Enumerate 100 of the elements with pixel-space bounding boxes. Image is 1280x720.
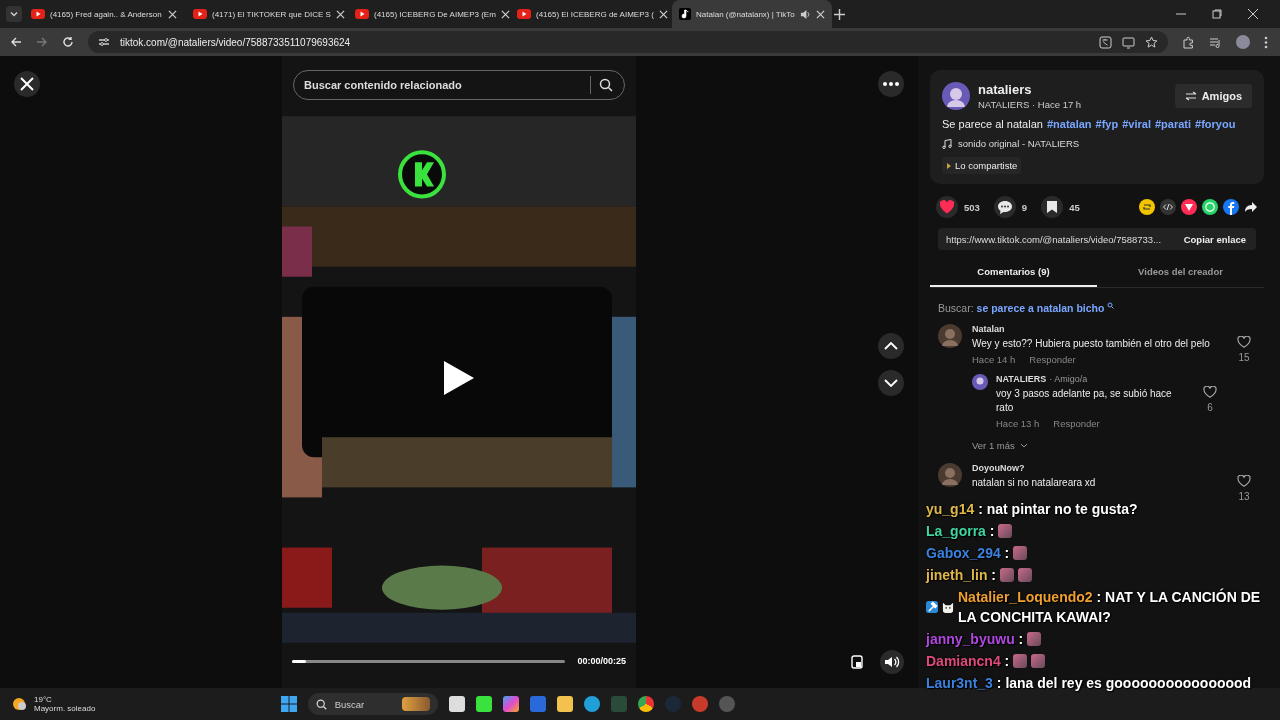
browser-tab[interactable]: (4165) El ICEBERG de AIMEP3 ( — [510, 0, 670, 28]
close-button[interactable] — [14, 71, 40, 97]
forward-icon[interactable] — [36, 36, 48, 48]
next-button[interactable] — [878, 370, 904, 396]
browser-icon[interactable] — [583, 696, 600, 712]
back-icon[interactable] — [10, 36, 22, 48]
post-caption: Se parece al natalan — [942, 118, 1043, 130]
social-icon[interactable] — [1223, 199, 1239, 215]
chevron-up-icon[interactable] — [884, 342, 898, 350]
bookmark-icon[interactable] — [1046, 200, 1059, 214]
send-icon[interactable] — [1181, 199, 1197, 215]
emote-icon — [998, 524, 1013, 538]
hashtag-link[interactable]: #viral — [1122, 118, 1151, 130]
bookmark-button[interactable] — [1041, 196, 1064, 218]
star-icon[interactable] — [1145, 35, 1158, 49]
chat-message: yu_g14 : nat pintar no te gusta? — [926, 500, 1138, 519]
hashtag-link[interactable]: #foryou — [1195, 118, 1236, 130]
browser-tab[interactable]: (4165) Fred again.. & Anderson — [24, 0, 184, 28]
restore-icon[interactable] — [1212, 9, 1222, 19]
repost-icon[interactable] — [1139, 199, 1155, 215]
heart-icon[interactable] — [1237, 475, 1251, 487]
store-icon[interactable] — [529, 696, 546, 712]
browser-tab[interactable]: (4165) ICEBERG De AIMEP3 (Em — [348, 0, 508, 28]
play-icon — [31, 9, 45, 19]
cast-icon[interactable] — [1122, 35, 1135, 49]
search-icon[interactable] — [599, 78, 613, 92]
browser-tab[interactable]: Natalan (@natalanx) | TikTo — [672, 0, 832, 28]
play-icon[interactable] — [442, 358, 476, 398]
chrome-icon[interactable] — [637, 696, 654, 712]
friends-button[interactable]: Amigos — [1174, 84, 1252, 108]
sun-icon[interactable] — [10, 695, 28, 713]
profile-avatar[interactable] — [1236, 35, 1250, 49]
panel-tab[interactable]: Videos del creador — [1097, 258, 1264, 287]
task-view-icon[interactable] — [448, 696, 465, 712]
copilot-icon[interactable] — [502, 696, 519, 712]
more-icon[interactable] — [883, 82, 899, 86]
volume-button[interactable] — [880, 650, 904, 674]
more-button[interactable] — [878, 71, 904, 97]
panel-tab[interactable]: Comentarios (9) — [930, 258, 1097, 287]
translate-icon[interactable] — [1099, 35, 1112, 49]
app-icon[interactable] — [475, 696, 492, 712]
chat-message: Natalier_Loquendo2 : NAT Y LA CANCIÓN DE LA CONCHITA KAWAI? — [958, 587, 1262, 627]
start-icon[interactable] — [280, 696, 297, 712]
speaker-icon[interactable] — [800, 8, 811, 20]
avatar[interactable] — [942, 82, 970, 110]
reply-link[interactable]: Responder — [1053, 418, 1100, 429]
note-icon — [679, 8, 691, 20]
close-icon[interactable] — [168, 9, 177, 19]
embed-icon[interactable] — [1160, 199, 1176, 215]
hashtag-link[interactable]: #natalan — [1046, 118, 1092, 130]
comment-text: natalan si no natalareara xd — [972, 476, 1097, 490]
new-tab-icon[interactable] — [834, 8, 845, 20]
reload-icon[interactable] — [62, 36, 74, 48]
close-icon[interactable] — [1248, 9, 1258, 19]
volume-icon[interactable] — [884, 655, 900, 669]
link-field[interactable]: https://www.tiktok.com/@nataliers/video/7588733... Copiar enlace — [938, 228, 1256, 250]
browser-tab[interactable]: (4171) El TIKTOKER que DICE S — [186, 0, 346, 28]
puzzle-icon[interactable] — [1182, 35, 1195, 49]
cat-icon — [942, 601, 954, 613]
chat-message: La_gorra : — [926, 522, 995, 541]
address-bar[interactable]: tiktok.com/@nataliers/video/7588733511079693624 — [88, 31, 1168, 53]
progress-bar[interactable] — [292, 659, 566, 663]
chevron-down-icon[interactable] — [1019, 443, 1028, 448]
search-field[interactable]: Buscar contenido relacionado — [293, 70, 625, 100]
hashtag-link[interactable]: #fyp — [1095, 118, 1119, 130]
search-suggestion-link[interactable]: se parece a natalan bicho — [976, 302, 1105, 314]
chat-message: janny_byuwu : — [926, 630, 1024, 649]
emote-icon — [1027, 632, 1042, 646]
play-icon — [355, 9, 369, 19]
folder-icon[interactable] — [556, 696, 573, 712]
close-icon[interactable] — [500, 9, 510, 19]
reply-link[interactable]: Responder — [1029, 354, 1076, 365]
hashtag-link[interactable]: #parati — [1154, 118, 1191, 130]
comment-author[interactable]: Natalan — [972, 324, 1005, 334]
view-more-link[interactable]: Ver 1 más — [972, 440, 1222, 451]
previous-button[interactable] — [878, 333, 904, 359]
heart-icon[interactable] — [1237, 336, 1251, 348]
share-icon[interactable] — [1244, 201, 1258, 213]
close-icon[interactable] — [335, 9, 345, 19]
search-icon[interactable] — [315, 698, 327, 710]
swap-icon[interactable] — [1184, 91, 1197, 101]
mini-player-icon[interactable] — [850, 655, 864, 669]
close-icon[interactable] — [658, 9, 668, 19]
copy-link-button[interactable]: Copiar enlace — [1173, 233, 1256, 245]
emote-icon — [1031, 654, 1046, 668]
close-icon[interactable] — [816, 9, 825, 19]
heart-icon[interactable] — [1203, 386, 1217, 398]
comment-author[interactable]: NATALIERS — [996, 374, 1047, 384]
comment-text: Wey y esto?? Hubiera puesto también el otro del pelo — [972, 337, 1211, 351]
media-icon[interactable] — [1209, 35, 1222, 49]
author-name[interactable]: nataliers — [978, 82, 1082, 97]
menu-icon[interactable] — [1264, 35, 1268, 49]
temperature: 19°C — [34, 695, 53, 704]
comment-author[interactable]: DoyouNow? — [972, 463, 1025, 473]
shared-badge: Lo compartiste — [942, 157, 1022, 174]
chat-message: jineth_lin : — [926, 566, 996, 585]
taskbar-search[interactable]: Buscar — [307, 693, 438, 715]
avatar[interactable] — [972, 374, 988, 390]
sound-link[interactable]: sonido original - NATALIERS — [958, 138, 1080, 149]
stat-count: 9 — [1021, 201, 1028, 213]
